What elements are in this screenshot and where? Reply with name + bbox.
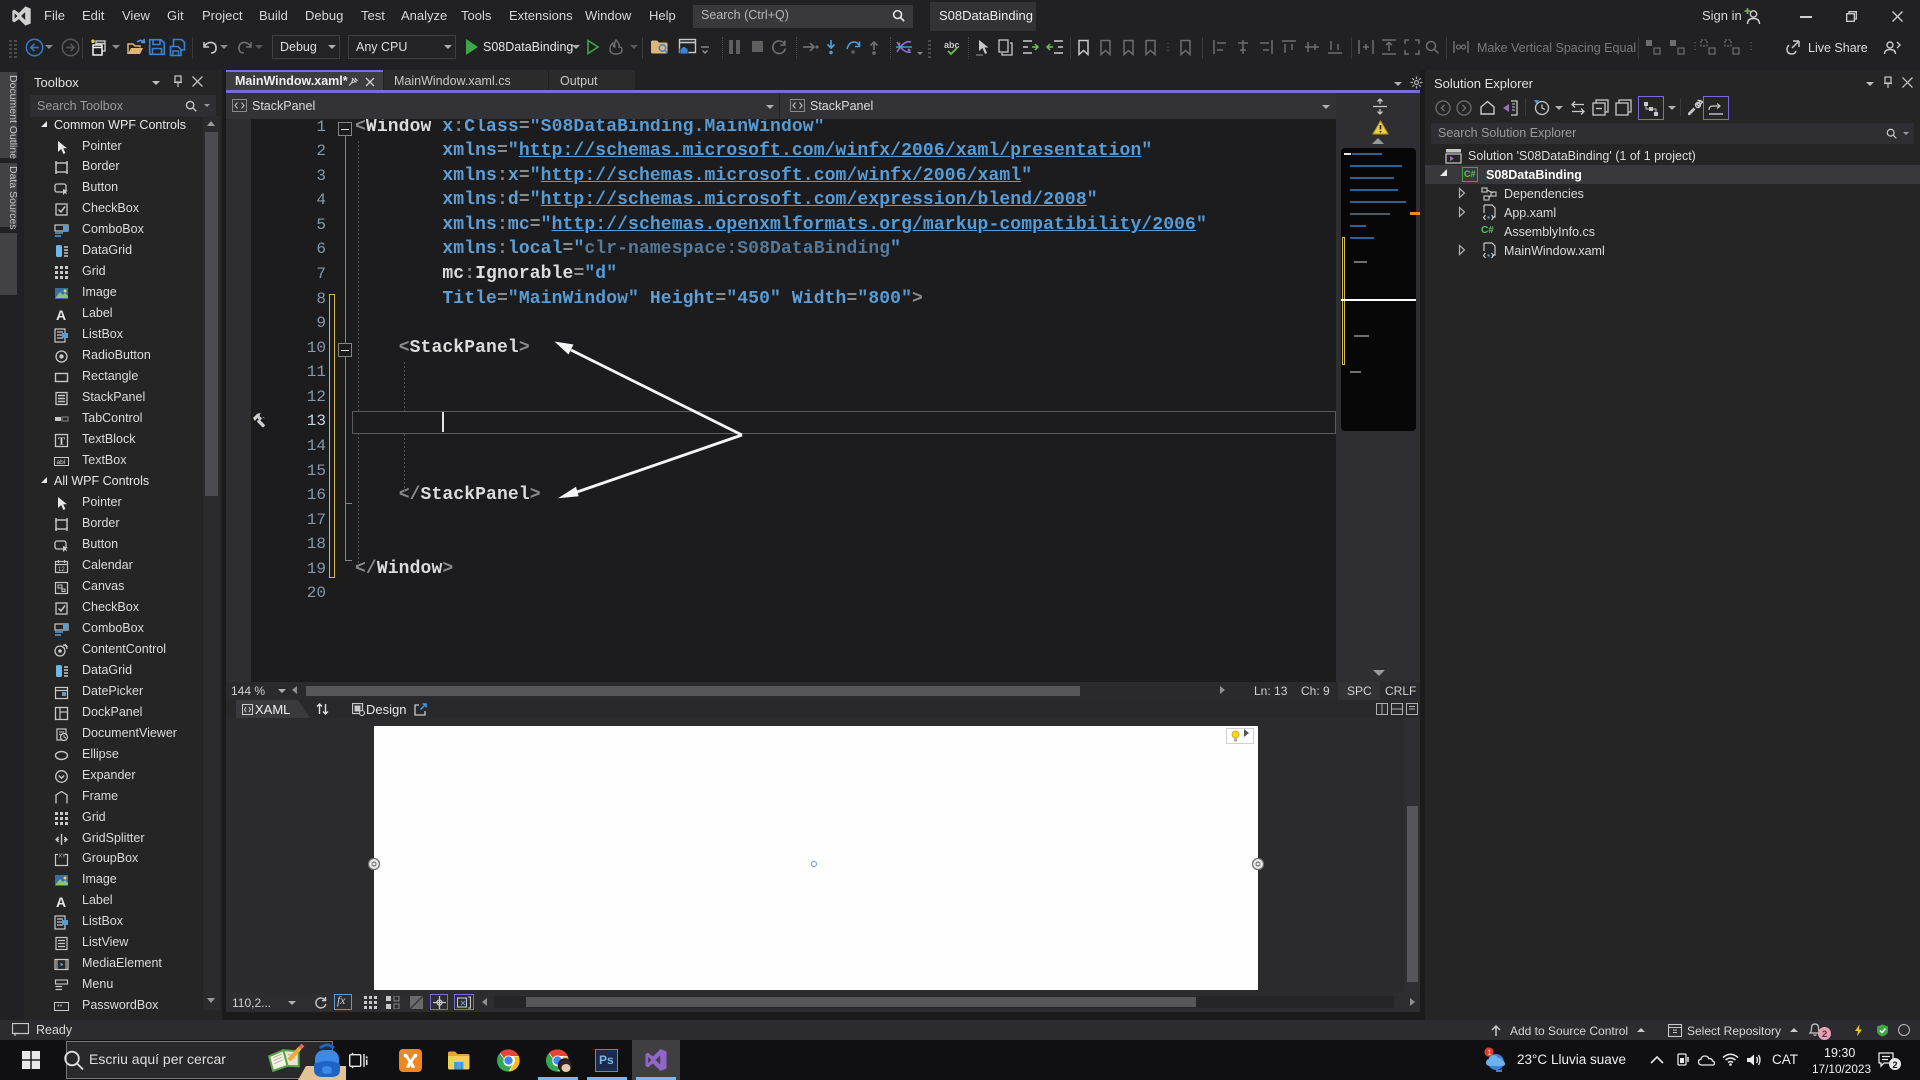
svg-text:abl: abl (57, 459, 66, 466)
svg-text:A: A (56, 894, 66, 909)
svg-text:**: ** (57, 1004, 63, 1011)
svg-text:T: T (58, 437, 65, 448)
svg-text:1: 1 (1487, 1048, 1491, 1057)
svg-text:XY: XY (59, 854, 67, 860)
svg-text:12: 12 (58, 567, 65, 573)
svg-text:A: A (56, 307, 66, 322)
